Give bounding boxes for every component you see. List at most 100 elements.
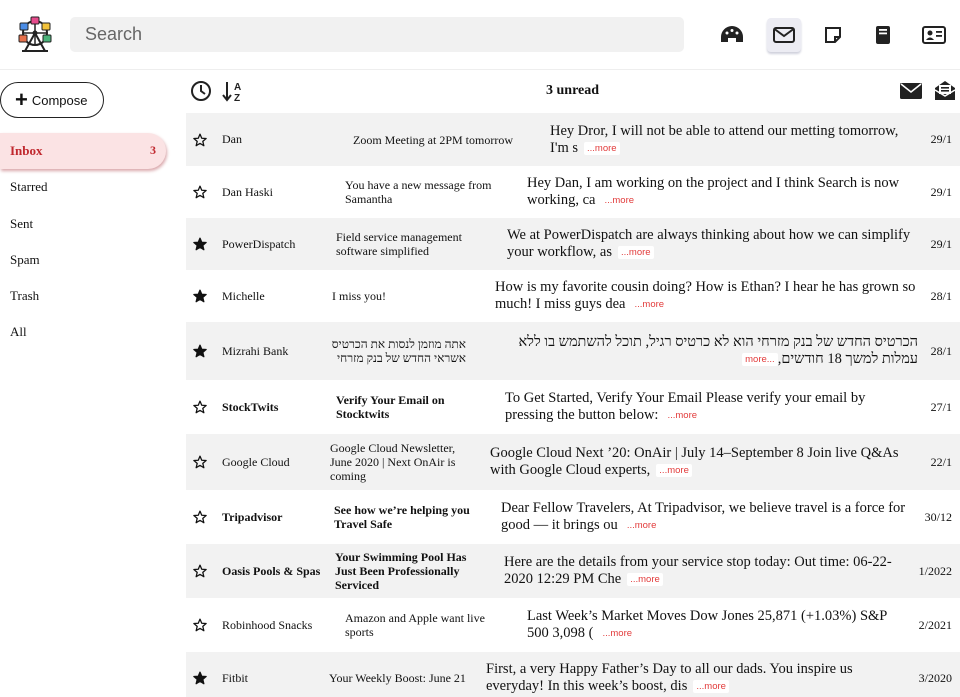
compose-button[interactable]: + Compose [0, 82, 104, 118]
more-link[interactable]: ...more [617, 246, 654, 259]
unread-count: 3 unread [546, 83, 600, 98]
mail-row[interactable]: Dan Zoom Meeting at 2PM tomorrow Hey Dror,… [186, 113, 960, 166]
mail-date: 3/2020 [918, 670, 952, 685]
open-envelope-icon[interactable] [934, 79, 956, 106]
mail-icon[interactable] [767, 18, 801, 52]
mail-row[interactable]: Tripadvisor See how we’re helping you Tra… [186, 490, 960, 544]
mail-preview-text: Hey Dan, I am working on the project and… [527, 175, 900, 208]
more-link[interactable]: ...more [656, 464, 692, 477]
mail-date: 28/1 [930, 343, 952, 358]
star-outline-icon[interactable] [193, 185, 207, 199]
mail-preview: To Get Started, Verify Your Email Please… [505, 390, 917, 424]
mail-subject: See how we’re helping you Travel Safe [334, 503, 470, 531]
mail-row[interactable]: StockTwits Verify Your Email on Stocktwit… [186, 380, 960, 434]
mail-subject: Zoom Meeting at 2PM tomorrow [353, 132, 513, 147]
star-outline-icon[interactable] [193, 133, 207, 147]
mail-subject: Amazon and Apple want live sports [345, 611, 485, 639]
more-link[interactable]: ...more [584, 141, 620, 155]
mail-subject: Verify Your Email on Stocktwits [336, 393, 445, 421]
sidebar-item-inbox[interactable]: Inbox 3 [0, 133, 166, 169]
more-link[interactable]: ...more [601, 194, 638, 207]
mail-preview: Last Week’s Market Moves Dow Jones 25,87… [527, 608, 897, 642]
mail-preview: Hey Dan, I am working on the project and… [527, 175, 907, 209]
mail-preview-text: Here are the details from your service s… [504, 554, 892, 587]
more-link[interactable]: ...more [627, 573, 663, 586]
mail-preview-text: How is my favorite cousin doing? How is … [495, 279, 916, 312]
sidebar-item-all[interactable]: All [0, 314, 166, 350]
mail-subject: You have a new message from Samantha [345, 178, 492, 206]
star-filled-icon[interactable] [193, 289, 207, 303]
sidebar-item-trash[interactable]: Trash [0, 278, 166, 314]
mail-preview-text: Google Cloud Next ’20: OnAir | July 14–S… [490, 445, 899, 478]
mail-preview: We at PowerDispatch are always thinking … [507, 227, 917, 261]
notes-icon[interactable] [816, 18, 850, 52]
app-header [0, 0, 960, 70]
star-filled-icon[interactable] [193, 344, 207, 358]
mail-date: 28/1 [930, 288, 952, 303]
contact-card-icon[interactable] [917, 18, 951, 52]
mail-row[interactable]: Google Cloud Google Cloud Newsletter, Jun… [186, 434, 960, 490]
more-link[interactable]: ...more [664, 409, 701, 422]
mail-subject: Field service management software simpli… [336, 230, 462, 258]
more-link[interactable]: ...more [693, 680, 729, 693]
mail-row[interactable]: Fitbit Your Weekly Boost: June 21 First, a… [186, 652, 960, 697]
mail-row[interactable]: Dan Haski You have a new message from Sam… [186, 166, 960, 218]
sidebar-item-spam[interactable]: Spam [0, 242, 166, 278]
star-outline-icon[interactable] [193, 618, 207, 632]
sidebar-item-sent[interactable]: Sent [0, 206, 166, 242]
search-input[interactable] [70, 17, 684, 52]
star-outline-icon[interactable] [193, 510, 207, 524]
compose-label: Compose [31, 92, 88, 108]
mail-sender: Michelle [222, 288, 265, 303]
mail-row[interactable]: PowerDispatch Field service management so… [186, 218, 960, 270]
book-icon[interactable] [866, 18, 900, 52]
sidebar-item-starred[interactable]: Starred [0, 169, 166, 205]
mail-date: 27/1 [930, 399, 952, 414]
dashboard-icon[interactable] [715, 18, 749, 52]
mail-preview: Google Cloud Next ’20: OnAir | July 14–S… [490, 445, 905, 479]
mark-read-mail-icon[interactable] [900, 83, 922, 104]
mail-date: 22/1 [930, 454, 952, 469]
sidebar-item-label: Inbox [10, 143, 43, 158]
mail-preview: First, a very Happy Father’s Day to all … [486, 661, 856, 695]
mail-row[interactable]: Michelle I miss you! How is my favorite co… [186, 270, 960, 322]
mail-row[interactable]: Robinhood Snacks Amazon and Apple want li… [186, 598, 960, 652]
mail-preview: How is my favorite cousin doing? How is … [495, 279, 920, 313]
sidebar-item-label: All [10, 324, 27, 339]
star-filled-icon[interactable] [193, 671, 207, 685]
more-link[interactable]: ...more [631, 298, 668, 311]
mail-sender: Oasis Pools & Spas [222, 563, 321, 578]
mail-sender: Google Cloud [222, 454, 290, 469]
mail-date: 29/1 [930, 132, 952, 146]
star-filled-icon[interactable] [193, 237, 207, 251]
mail-sender: Dan Haski [222, 184, 273, 199]
mail-subject: Your Swimming Pool Has Just Been Profess… [335, 550, 467, 592]
mail-sender: Dan [222, 132, 242, 146]
mail-sender: Tripadvisor [222, 509, 283, 524]
inbox-unread-count: 3 [150, 143, 156, 157]
ferris-wheel-logo-icon[interactable] [16, 14, 54, 54]
sidebar-item-label: Starred [10, 179, 48, 194]
mail-subject: Google Cloud Newsletter, June 2020 | Nex… [330, 441, 456, 483]
star-outline-icon[interactable] [193, 455, 207, 469]
mail-row[interactable]: Oasis Pools & Spas Your Swimming Pool Has… [186, 544, 960, 598]
star-outline-icon[interactable] [193, 400, 207, 414]
mail-date: 1/2022 [918, 563, 952, 578]
mail-sender: PowerDispatch [222, 236, 296, 251]
more-link[interactable]: ...more [623, 519, 660, 532]
mail-sender: Mizrahi Bank [222, 343, 289, 358]
mail-row[interactable]: Mizrahi Bank אתה מוזמן לנסות את הכרטיס אש… [186, 322, 960, 380]
mail-preview: Dear Fellow Travelers, At Tripadvisor, w… [501, 500, 911, 534]
star-outline-icon[interactable] [193, 564, 207, 578]
mail-subject: I miss you! [332, 289, 386, 303]
mail-subject: Your Weekly Boost: June 21 [329, 671, 466, 685]
sort-alpha-icon[interactable]: AZ [222, 80, 246, 107]
clock-sort-icon[interactable] [190, 80, 212, 107]
more-link[interactable]: ...more [742, 353, 778, 366]
mail-subject: אתה מוזמן לנסות את הכרטיס אשראי החדש של … [331, 337, 466, 365]
mail-preview-text: Dear Fellow Travelers, At Tripadvisor, w… [501, 500, 906, 533]
mail-preview-text: We at PowerDispatch are always thinking … [507, 227, 911, 260]
more-link[interactable]: ...more [599, 627, 636, 640]
mail-preview: הכרטיס החדש של בנק מזרחי הוא לא כרטיס רג… [486, 334, 918, 368]
mail-date: 2/2021 [918, 617, 952, 632]
